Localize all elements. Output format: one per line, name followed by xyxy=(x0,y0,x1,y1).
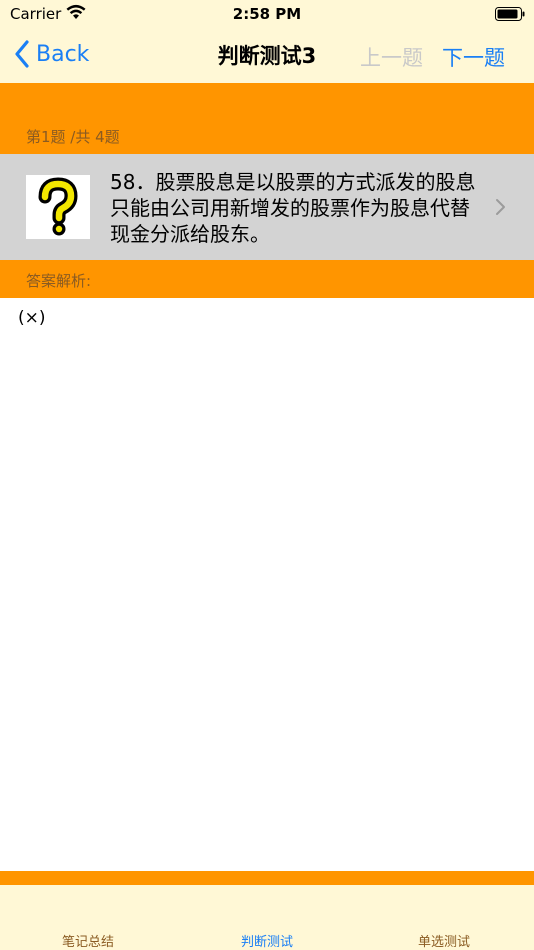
tab-true-false-test[interactable]: 判断测试 xyxy=(207,931,327,950)
question-cell[interactable]: 58．股票股息是以股票的方式派发的股息只能由公司用新增发的股票作为股息代替现金分… xyxy=(0,154,534,260)
answer-header-label: 答案解析: xyxy=(26,272,92,290)
tab-bar: 笔记总结 判断测试 单选测试 xyxy=(0,885,534,950)
question-header: 第1题 /共 4题 xyxy=(0,83,534,154)
answer-text: (×) xyxy=(18,308,46,328)
answer-header: 答案解析: xyxy=(0,260,534,298)
question-progress: 第1题 /共 4题 xyxy=(26,128,120,146)
bottom-divider xyxy=(0,871,534,885)
battery-icon xyxy=(495,7,525,21)
question-text: 58．股票股息是以股票的方式派发的股息只能由公司用新增发的股票作为股息代替现金分… xyxy=(110,170,476,246)
tab-notes-summary[interactable]: 笔记总结 xyxy=(28,931,148,950)
next-question-button[interactable]: 下一题 xyxy=(442,42,505,72)
navigation-bar: Back 判断测试3 上一题 下一题 xyxy=(0,28,534,83)
status-bar: Carrier 2:58 PM xyxy=(0,0,534,28)
status-time: 2:58 PM xyxy=(232,5,302,23)
question-mark-icon xyxy=(26,175,90,239)
tab-single-choice-test[interactable]: 单选测试 xyxy=(384,931,504,950)
chevron-right-icon xyxy=(496,199,505,215)
previous-question-button[interactable]: 上一题 xyxy=(360,42,423,72)
